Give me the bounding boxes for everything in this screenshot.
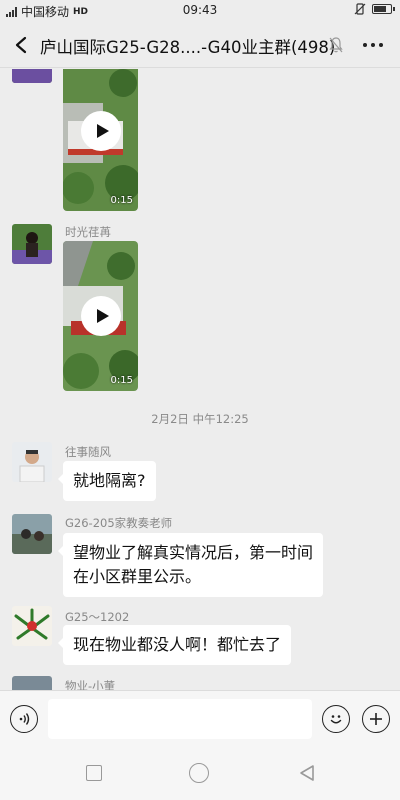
triangle-back-icon[interactable] (298, 764, 316, 782)
status-time: 09:43 (182, 3, 218, 17)
chat-header: 庐山国际G25-G28....-G40业主群(498) (0, 22, 400, 68)
sender-name: 物业-小董 (65, 679, 116, 690)
message-text-line: 望物业了解真实情况后，第一时间 (73, 543, 314, 562)
back-button[interactable] (6, 30, 36, 60)
vibrate-icon (354, 3, 366, 15)
video-duration: 0:15 (110, 375, 133, 386)
avatar[interactable] (12, 224, 52, 264)
avatar[interactable] (12, 606, 52, 646)
message-list[interactable]: 0:15 时光荏苒 0:15 2月2日 中午12:25 往事随风 就地隔离? G… (0, 69, 400, 690)
video-message[interactable]: 0:15 (63, 69, 138, 211)
circle-icon[interactable] (189, 763, 209, 783)
sender-name: 时光荏苒 (65, 225, 111, 239)
message-text: 就地隔离? (73, 471, 146, 490)
chevron-left-icon (15, 36, 27, 54)
bell-muted-icon (329, 37, 343, 53)
emoji-button[interactable] (322, 705, 350, 733)
avatar[interactable] (12, 676, 52, 690)
message-text: 现在物业都没人啊！都忙去了 (73, 635, 282, 654)
play-icon[interactable] (81, 111, 121, 151)
status-bar: 中国移动 HD 09:43 (0, 0, 400, 22)
message-bubble[interactable]: 就地隔离? (58, 461, 156, 501)
battery-icon (372, 4, 395, 14)
emoji-icon (330, 715, 342, 724)
message-bubble[interactable]: 望物业了解真实情况后，第一时间 在小区群里公示。 (57, 533, 324, 597)
plus-button[interactable] (362, 705, 390, 733)
voice-icon (19, 713, 30, 725)
status-right (354, 3, 395, 15)
ellipsis-icon (363, 43, 367, 47)
sender-name: G26-205家教奏老师 (65, 516, 173, 530)
ellipsis-dot (371, 43, 375, 47)
square-icon[interactable] (86, 765, 102, 781)
more-button[interactable] (358, 32, 388, 58)
message-input[interactable] (48, 699, 312, 739)
battery-level (374, 6, 386, 12)
avatar[interactable] (12, 442, 52, 482)
system-nav-bar (0, 746, 400, 800)
play-icon[interactable] (81, 296, 121, 336)
sender-name: 往事随风 (65, 445, 111, 459)
message-bubble[interactable]: 现在物业都没人啊！都忙去了 (57, 625, 292, 665)
plus-icon (370, 713, 382, 725)
ellipsis-dot (379, 43, 383, 47)
message-timestamp: 2月2日 中午12:25 (151, 412, 249, 426)
message-text-line: 在小区群里公示。 (73, 567, 202, 586)
sender-name: G25～1202 (65, 610, 130, 624)
video-duration: 0:15 (110, 195, 133, 206)
video-message[interactable]: 0:15 (63, 241, 138, 391)
avatar[interactable] (12, 514, 52, 554)
voice-button[interactable] (10, 705, 38, 733)
chat-title: 庐山国际G25-G28....-G40业主群(498) (40, 38, 336, 57)
input-bar (0, 690, 400, 746)
avatar[interactable] (12, 69, 52, 83)
